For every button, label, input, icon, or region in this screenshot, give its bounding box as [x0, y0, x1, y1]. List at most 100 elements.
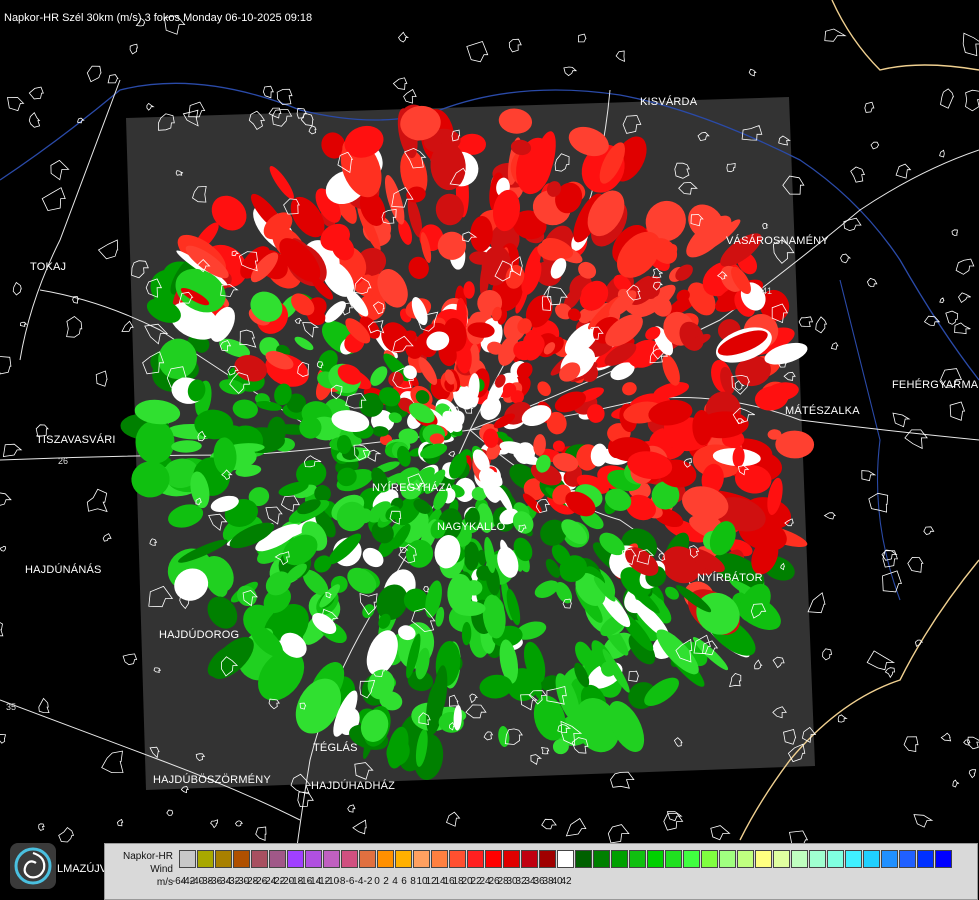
settlement-outline	[129, 43, 138, 55]
settlement-outline	[870, 141, 880, 150]
settlement-outline	[907, 556, 924, 573]
settlement-outline	[914, 639, 924, 647]
settlement-outline	[710, 825, 731, 841]
settlement-outline	[565, 817, 587, 837]
settlement-outline	[0, 492, 12, 506]
settlement-outline	[188, 101, 206, 118]
city-label: TOKAJ	[30, 261, 67, 273]
settlement-outline	[830, 342, 839, 350]
settlement-outline	[822, 648, 833, 661]
settlement-outline	[965, 89, 979, 112]
settlement-outline	[958, 292, 971, 303]
city-label: TISZAVASVÁRI	[36, 434, 116, 446]
legend-title: Napkor-HR Wind m/s	[122, 851, 173, 888]
city-label: KISVÁRDA	[640, 96, 698, 108]
settlement-outline	[0, 545, 6, 552]
settlement-outline	[866, 277, 878, 288]
legend-swatch	[755, 850, 772, 868]
city-label: TÉGLÁS	[313, 742, 358, 754]
legend-swatch	[593, 850, 610, 868]
settlement-outline	[837, 714, 848, 723]
settlement-outline	[102, 533, 112, 542]
legend-swatch	[413, 850, 430, 868]
city-label: FEHÉRGYARMA	[892, 379, 979, 391]
settlement-outline	[864, 101, 875, 113]
settlement-outline	[563, 66, 578, 77]
settlement-outline	[861, 470, 877, 482]
settlement-outline	[940, 732, 952, 742]
road-number: 26	[58, 456, 69, 466]
legend-swatch	[701, 850, 718, 868]
legend-swatch	[611, 850, 628, 868]
settlement-outline	[466, 41, 489, 63]
settlement-outline	[866, 650, 896, 671]
settlement-outline	[38, 823, 45, 831]
legend-swatch	[521, 850, 538, 868]
legend-swatch	[251, 850, 268, 868]
legend-swatch	[683, 850, 700, 868]
river-2	[839, 279, 901, 601]
legend-swatch	[179, 850, 196, 868]
legend-swatch	[269, 850, 286, 868]
legend-swatch	[359, 850, 376, 868]
settlement-outline	[7, 96, 25, 112]
legend-swatch	[503, 850, 520, 868]
settlement-outline	[610, 771, 635, 789]
legend-swatch	[647, 850, 664, 868]
settlement-outline	[352, 819, 367, 835]
city-label: HAJDÚBÖSZÖRMÉNY	[153, 774, 271, 786]
settlement-outline	[892, 412, 911, 428]
settlement-outline	[939, 149, 945, 158]
settlement-outline	[41, 187, 66, 212]
legend-swatch	[305, 850, 322, 868]
road-number: 41	[762, 286, 773, 296]
legend-swatch	[899, 850, 916, 868]
settlement-outline	[615, 50, 625, 63]
settlement-outline	[607, 824, 630, 844]
settlement-outline	[940, 88, 955, 109]
legend-swatch	[845, 850, 862, 868]
settlement-outline	[508, 38, 522, 53]
legend-tick: 42	[560, 876, 572, 887]
settlement-outline	[913, 814, 934, 828]
settlement-outline	[895, 163, 912, 179]
legend-ticks: -64 -42 -40 -38 -36 -34 -32 -30 -28 -26 -24 -22 -20-…	[172, 876, 575, 887]
legend-swatch	[665, 850, 682, 868]
settlement-outline	[955, 258, 975, 275]
echo-cell	[463, 281, 475, 299]
settlement-outline	[107, 74, 119, 84]
legend-swatch	[863, 850, 880, 868]
legend-swatch	[287, 850, 304, 868]
settlement-outline	[823, 512, 836, 520]
settlement-outline	[2, 443, 23, 457]
legend-swatch	[719, 850, 736, 868]
legend-swatch	[557, 850, 574, 868]
city-label: HAJDÚDOROG	[159, 629, 240, 641]
radar-wind-map: Napkor-HR Szél 30km (m/s) 3 fokos Monday…	[0, 0, 979, 900]
settlement-outline	[235, 820, 243, 827]
city-label: HAJDÚNÁNÁS	[25, 564, 102, 576]
settlement-outline	[954, 322, 971, 335]
settlement-outline	[798, 316, 814, 328]
settlement-outline	[121, 320, 134, 332]
settlement-outline	[297, 791, 314, 808]
settlement-outline	[850, 166, 866, 183]
legend-swatch	[809, 850, 826, 868]
echo-cell	[453, 600, 486, 617]
settlement-outline	[807, 592, 826, 614]
city-label: NYÍRBÁTOR	[697, 572, 763, 584]
settlement-outline	[577, 33, 587, 43]
settlement-outline	[166, 809, 174, 816]
settlement-outline	[815, 316, 828, 334]
legend-swatch	[215, 850, 232, 868]
echo-cell	[458, 133, 486, 155]
settlement-outline	[541, 818, 557, 830]
settlement-outline	[0, 622, 4, 637]
color-scale-legend: Napkor-HR Wind m/s -64 -42 -40 -38 -36 -34 -32…	[104, 843, 978, 900]
settlement-outline	[101, 750, 124, 774]
legend-swatches	[179, 850, 953, 868]
settlement-outline	[0, 734, 7, 744]
legend-swatch	[629, 850, 646, 868]
settlement-outline	[962, 32, 979, 57]
settlement-outline	[95, 370, 108, 387]
